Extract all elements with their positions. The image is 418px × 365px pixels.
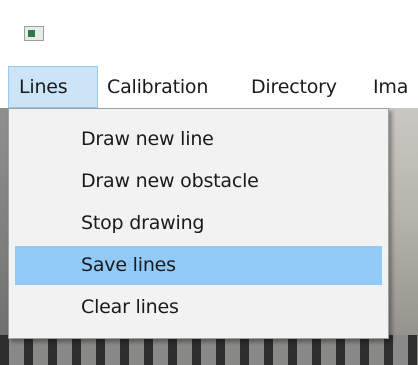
video-frame-edge (385, 108, 418, 365)
menu-item-save-lines[interactable]: Save lines (15, 246, 382, 285)
menu-image[interactable]: Ima (373, 66, 408, 108)
lines-dropdown-menu: Draw new line Draw new obstacle Stop dra… (8, 108, 389, 339)
menu-lines[interactable]: Lines (8, 66, 98, 108)
menu-directory[interactable]: Directory (251, 66, 337, 108)
app-icon[interactable] (24, 26, 44, 41)
menu-calibration[interactable]: Calibration (107, 66, 208, 108)
title-bar (0, 0, 418, 66)
menu-item-draw-new-obstacle[interactable]: Draw new obstacle (15, 162, 382, 201)
menu-item-clear-lines[interactable]: Clear lines (15, 288, 382, 327)
menu-item-draw-new-line[interactable]: Draw new line (15, 120, 382, 159)
menu-item-stop-drawing[interactable]: Stop drawing (15, 204, 382, 243)
video-frame-railing (0, 335, 418, 365)
app-icon-glyph (28, 30, 35, 37)
menu-bar: Lines Calibration Directory Ima (0, 66, 418, 108)
